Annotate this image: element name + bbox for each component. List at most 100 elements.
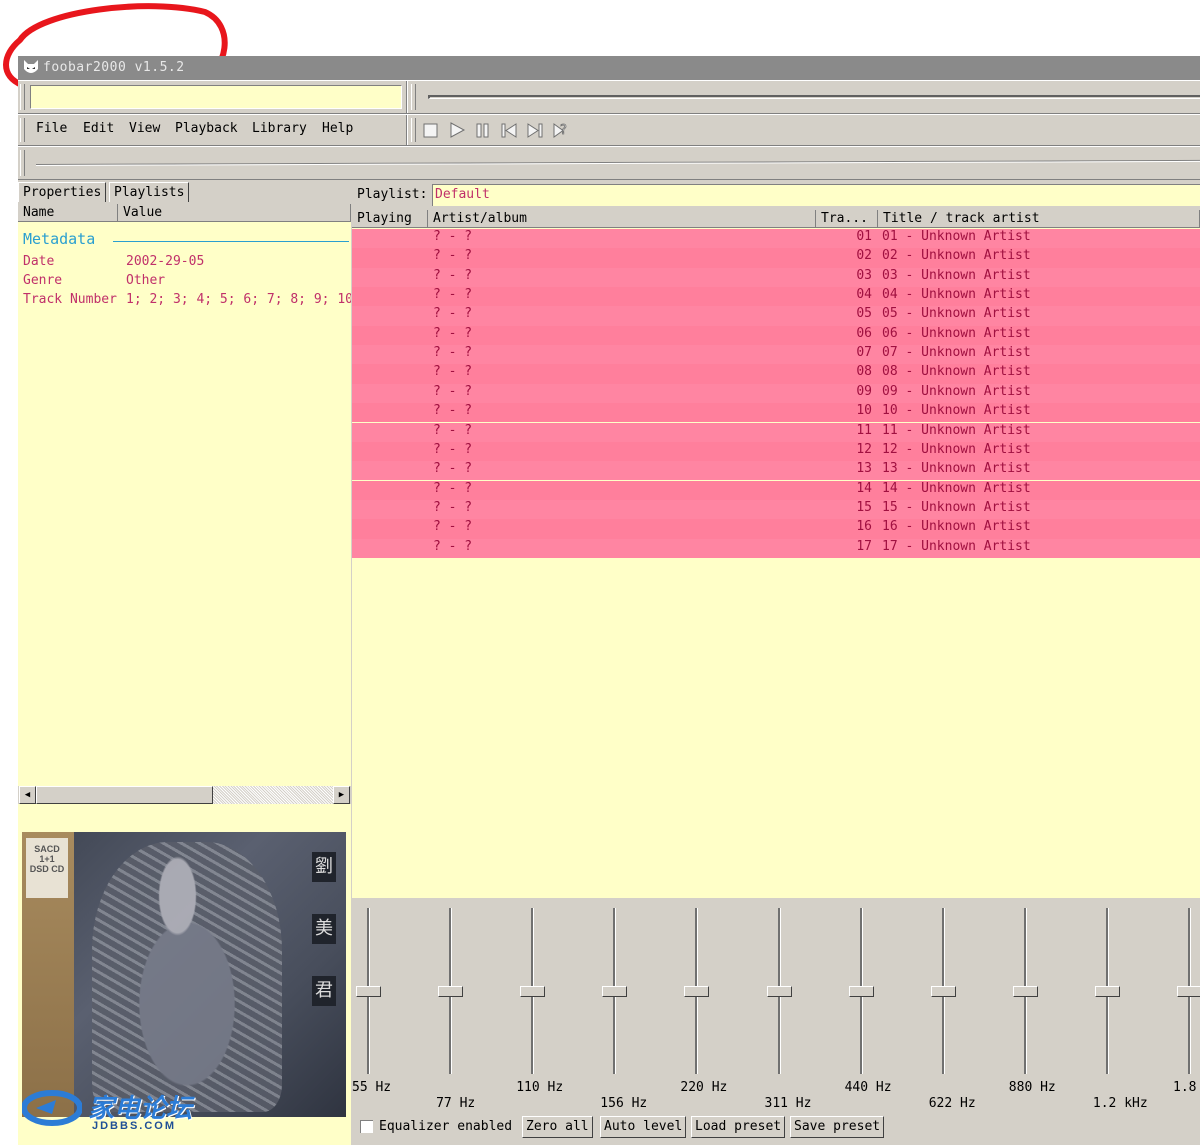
scrollbar-thumb[interactable] <box>36 786 213 804</box>
eq-slider[interactable] <box>1011 908 1041 1076</box>
pause-icon[interactable] <box>474 121 492 139</box>
volume-band <box>18 146 1200 180</box>
eq-slider-thumb[interactable] <box>1094 986 1120 997</box>
eq-slider-thumb[interactable] <box>684 986 710 997</box>
menu-playback[interactable]: Playback <box>169 115 244 143</box>
column-header-playing[interactable]: Playing <box>352 210 428 228</box>
tab-properties[interactable]: Properties <box>18 182 107 202</box>
column-header-name[interactable]: Name <box>18 204 118 222</box>
property-value: Other <box>126 273 166 288</box>
badge-line: DSD CD <box>29 864 65 874</box>
playlist-row[interactable]: ? - ? 06 06 - Unknown Artist <box>352 325 1200 346</box>
eq-slider-thumb[interactable] <box>602 986 628 997</box>
playlist-row[interactable]: ? - ? 11 11 - Unknown Artist <box>352 422 1200 442</box>
column-header-track[interactable]: Tra... <box>816 210 878 228</box>
equalizer-enabled-label[interactable]: Equalizer enabled <box>379 1117 512 1137</box>
band-grip[interactable] <box>411 118 416 142</box>
menu-transport-band: File Edit View Playback Library Help ? <box>18 114 1200 146</box>
artist-album-cell: ? - ? <box>433 306 473 322</box>
previous-icon[interactable] <box>500 121 518 139</box>
band-grip[interactable] <box>20 150 25 176</box>
playlist-row[interactable]: ? - ? 15 15 - Unknown Artist <box>352 499 1200 520</box>
auto-level-button[interactable]: Auto level <box>600 1116 687 1138</box>
playlist-row[interactable]: ? - ? 16 16 - Unknown Artist <box>352 519 1200 539</box>
eq-slider[interactable] <box>518 908 548 1076</box>
playlist-row[interactable]: ? - ? 02 02 - Unknown Artist <box>352 248 1200 268</box>
eq-slider[interactable] <box>600 908 630 1076</box>
album-art-title-char: 君 <box>312 976 336 1006</box>
seek-bar[interactable] <box>428 95 1200 99</box>
menu-library[interactable]: Library <box>246 115 313 143</box>
playlist-row[interactable]: ? - ? 07 07 - Unknown Artist <box>352 345 1200 365</box>
column-header-title[interactable]: Title / track artist <box>878 210 1200 228</box>
eq-slider[interactable] <box>929 908 959 1076</box>
eq-slider-thumb[interactable] <box>1012 986 1038 997</box>
group-divider <box>113 241 349 242</box>
zero-all-button[interactable]: Zero all <box>522 1116 593 1138</box>
track-number-cell: 04 <box>856 287 872 303</box>
horizontal-scrollbar[interactable]: ◀ ▶ <box>19 786 350 804</box>
title-cell: 03 - Unknown Artist <box>882 267 1031 283</box>
eq-slider-thumb[interactable] <box>930 986 956 997</box>
eq-slider[interactable] <box>847 908 877 1076</box>
band-grip[interactable] <box>411 84 416 110</box>
title-cell: 10 - Unknown Artist <box>882 403 1031 419</box>
playlist-row[interactable]: ? - ? 05 05 - Unknown Artist <box>352 306 1200 326</box>
scroll-right-button[interactable]: ▶ <box>333 786 350 804</box>
eq-slider[interactable] <box>436 908 466 1076</box>
artist-album-cell: ? - ? <box>433 345 473 361</box>
load-preset-button[interactable]: Load preset <box>691 1116 786 1138</box>
column-header-artist-album[interactable]: Artist/album <box>428 210 816 228</box>
next-icon[interactable] <box>526 121 544 139</box>
playlist-row[interactable]: ? - ? 14 14 - Unknown Artist <box>352 480 1200 500</box>
menu-view[interactable]: View <box>123 115 166 143</box>
menu-edit[interactable]: Edit <box>77 115 120 143</box>
playlist-selector[interactable]: Default <box>432 184 1200 206</box>
column-header-value[interactable]: Value <box>118 204 351 222</box>
random-icon[interactable]: ? <box>552 121 570 139</box>
playlist-row[interactable]: ? - ? 08 08 - Unknown Artist <box>352 364 1200 384</box>
eq-slider-thumb[interactable] <box>356 986 381 997</box>
band-grip[interactable] <box>20 118 25 142</box>
playlist-row[interactable]: ? - ? 10 10 - Unknown Artist <box>352 403 1200 423</box>
playlist-row[interactable]: ? - ? 13 13 - Unknown Artist <box>352 461 1200 481</box>
menu-help[interactable]: Help <box>316 115 359 143</box>
scroll-left-button[interactable]: ◀ <box>19 786 36 804</box>
eq-slider[interactable] <box>765 908 795 1076</box>
title-bar[interactable]: foobar2000 v1.5.2 <box>18 56 1200 80</box>
equalizer-enabled-checkbox[interactable] <box>360 1120 373 1133</box>
metadata-group-header: Metadata <box>23 230 96 248</box>
playlist-label: Playlist: <box>357 187 428 202</box>
tab-playlists[interactable]: Playlists <box>109 182 190 202</box>
band-grip[interactable] <box>20 84 25 110</box>
playlist-row[interactable]: ? - ? 17 17 - Unknown Artist <box>352 538 1200 558</box>
eq-slider-thumb[interactable] <box>1177 986 1200 997</box>
stop-icon[interactable] <box>422 121 440 139</box>
artist-album-cell: ? - ? <box>433 461 473 477</box>
playlist-row[interactable]: ? - ? 01 01 - Unknown Artist <box>352 229 1200 249</box>
save-preset-button[interactable]: Save preset <box>790 1116 885 1138</box>
album-art-panel: SACD 1+1 DSD CD 劉 美 君 家电论坛 JDBBS.COM <box>18 826 351 1145</box>
playlist-row[interactable]: ? - ? 04 04 - Unknown Artist <box>352 287 1200 307</box>
playlist-view[interactable]: Playing Artist/album Tra... Title / trac… <box>352 210 1200 898</box>
eq-slider-thumb[interactable] <box>848 986 874 997</box>
playlist-row[interactable]: ? - ? 09 09 - Unknown Artist <box>352 383 1200 404</box>
eq-slider[interactable] <box>1093 908 1123 1076</box>
menu-file[interactable]: File <box>30 115 73 143</box>
track-number-cell: 14 <box>856 480 872 496</box>
playlist-row[interactable]: ? - ? 03 03 - Unknown Artist <box>352 267 1200 287</box>
title-cell: 17 - Unknown Artist <box>882 538 1031 554</box>
playlist-row[interactable]: ? - ? 12 12 - Unknown Artist <box>352 441 1200 462</box>
eq-slider-thumb[interactable] <box>520 986 546 997</box>
eq-slider[interactable] <box>1175 908 1200 1076</box>
play-icon[interactable] <box>448 121 466 139</box>
equalizer-panel: 55 Hz 77 Hz 110 Hz 156 Hz 220 Hz 311 Hz 440 Hz… <box>352 898 1200 1145</box>
eq-slider-thumb[interactable] <box>438 986 464 997</box>
watermark-logo-icon <box>22 1090 82 1126</box>
volume-slider[interactable] <box>35 159 1200 166</box>
eq-slider[interactable] <box>354 908 384 1076</box>
eq-slider-thumb[interactable] <box>766 986 792 997</box>
title-cell: 13 - Unknown Artist <box>882 461 1031 477</box>
eq-band-label: 440 Hz <box>844 1080 892 1095</box>
eq-slider[interactable] <box>682 908 712 1076</box>
